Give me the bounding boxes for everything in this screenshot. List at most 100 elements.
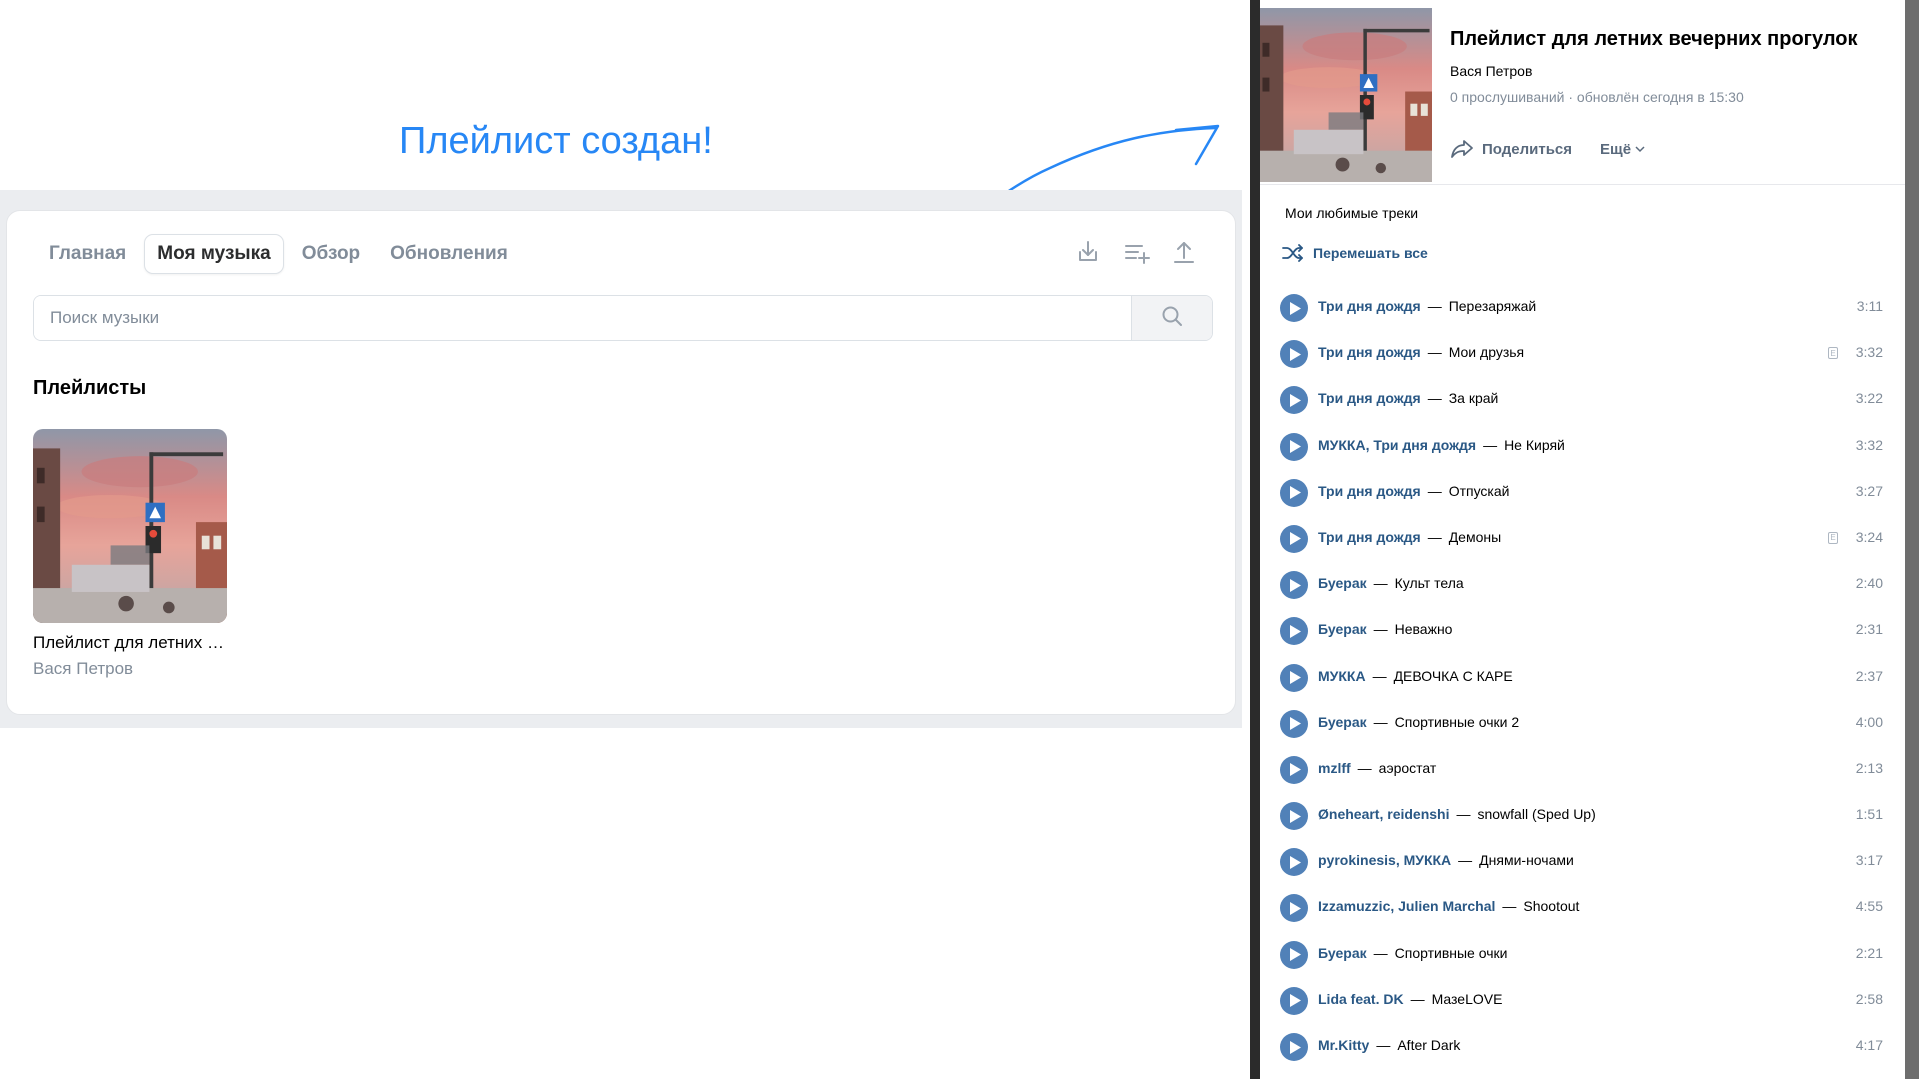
play-button[interactable] xyxy=(1280,755,1308,784)
track-artist[interactable]: Три дня дождя xyxy=(1318,298,1421,314)
play-button[interactable] xyxy=(1280,709,1308,738)
track-artist[interactable]: Буерак xyxy=(1318,575,1367,591)
play-icon xyxy=(1290,763,1301,777)
play-button[interactable] xyxy=(1280,894,1308,923)
track-row[interactable]: Три дня дождя — Демоны E 3:24 xyxy=(1260,515,1905,561)
playlist-tile-title[interactable]: Плейлист для летних вечерних прогулок xyxy=(33,633,227,653)
play-button[interactable] xyxy=(1280,386,1308,415)
track-row[interactable]: Буерак — Спортивные очки 2:21 xyxy=(1260,931,1905,977)
playlist-tile[interactable]: Плейлист для летних вечерних прогулок Ва… xyxy=(33,429,227,679)
track-title: Мои друзья xyxy=(1448,344,1525,361)
track-artist[interactable]: Mr.Kitty xyxy=(1318,1037,1369,1053)
track-title: Спортивные очки xyxy=(1394,944,1508,961)
more-button[interactable]: Ещё xyxy=(1600,141,1645,158)
track-separator: — xyxy=(1373,575,1388,592)
play-button[interactable] xyxy=(1280,617,1308,646)
track-title: За край xyxy=(1448,390,1499,407)
track-row[interactable]: pyrokinesis, МУККА — Днями-ночами 3:17 xyxy=(1260,838,1905,884)
track-title: Не Киряй xyxy=(1504,436,1565,453)
track-artist[interactable]: pyrokinesis, МУККА xyxy=(1318,852,1451,868)
track-artist[interactable]: Три дня дождя xyxy=(1318,483,1421,499)
track-text: mzlff — аэростат xyxy=(1318,760,1436,776)
play-button[interactable] xyxy=(1280,432,1308,461)
playlist-header: Плейлист для летних вечерних прогулок Ва… xyxy=(1260,0,1905,185)
track-row[interactable]: Буерак — Спортивные очки 2 4:00 xyxy=(1260,700,1905,746)
play-button[interactable] xyxy=(1280,848,1308,877)
play-button[interactable] xyxy=(1280,1033,1308,1061)
track-row[interactable]: mzlff — аэростат 2:13 xyxy=(1260,746,1905,792)
track-row[interactable]: МУККА, Три дня дождя — Не Киряй 3:32 xyxy=(1260,423,1905,469)
track-artist[interactable]: Lida feat. DK xyxy=(1318,991,1404,1007)
search-button[interactable] xyxy=(1131,296,1212,340)
play-icon xyxy=(1290,393,1301,407)
track-artist[interactable]: Три дня дождя xyxy=(1318,390,1421,406)
play-button[interactable] xyxy=(1280,524,1308,553)
track-text: МУККА — ДЕВОЧКА С КАРЕ xyxy=(1318,668,1513,684)
track-row[interactable]: МУККА — ДЕВОЧКА С КАРЕ 2:37 xyxy=(1260,654,1905,700)
playlist-author[interactable]: Вася Петров xyxy=(1450,63,1532,79)
track-row[interactable]: Буерак — Культ тела 2:40 xyxy=(1260,561,1905,607)
track-row[interactable]: Øneheart, reidenshi — snowfall (Sped Up) 1:… xyxy=(1260,792,1905,838)
track-duration: 4:55 xyxy=(1855,898,1883,915)
track-artist[interactable]: Буерак xyxy=(1318,621,1367,637)
track-row[interactable]: Mr.Kitty — After Dark 4:17 xyxy=(1260,1023,1905,1069)
track-artist[interactable]: МУККА, Три дня дождя xyxy=(1318,437,1476,453)
track-duration: 2:31 xyxy=(1855,621,1883,638)
track-separator: — xyxy=(1458,852,1473,869)
music-tabs: Главная Моя музыка Обзор Обновления xyxy=(37,234,526,274)
tab-updates[interactable]: Обновления xyxy=(378,235,520,273)
track-duration: 2:40 xyxy=(1855,575,1883,592)
tab-main[interactable]: Главная xyxy=(37,235,138,273)
track-row[interactable]: Izzamuzzic, Julien Marchal — Shootout 4:55 xyxy=(1260,884,1905,930)
play-button[interactable] xyxy=(1280,986,1308,1015)
play-icon xyxy=(1290,624,1301,638)
play-button[interactable] xyxy=(1280,802,1308,831)
playlist-title: Плейлист для летних вечерних прогулок xyxy=(1450,28,1858,50)
shuffle-label: Перемешать все xyxy=(1313,245,1428,261)
track-row[interactable]: Три дня дождя — Отпускай 3:27 xyxy=(1260,469,1905,515)
play-button[interactable] xyxy=(1280,663,1308,692)
play-button[interactable] xyxy=(1280,478,1308,507)
music-card: Главная Моя музыка Обзор Обновления Поис… xyxy=(6,210,1236,715)
play-button[interactable] xyxy=(1280,940,1308,969)
track-text: Øneheart, reidenshi — snowfall (Sped Up) xyxy=(1318,806,1596,822)
track-artist[interactable]: Izzamuzzic, Julien Marchal xyxy=(1318,898,1495,914)
tab-my-music[interactable]: Моя музыка xyxy=(144,234,284,274)
track-title: Отпускай xyxy=(1448,482,1510,499)
track-duration: 4:00 xyxy=(1855,713,1883,730)
playlist-meta: 0 прослушиваний · обновлён сегодня в 15:… xyxy=(1450,89,1744,105)
section-title-playlists: Плейлисты xyxy=(33,377,147,399)
upload-icon[interactable] xyxy=(1167,235,1201,269)
track-artist[interactable]: mzlff xyxy=(1318,760,1351,776)
play-button[interactable] xyxy=(1280,294,1308,322)
download-icon[interactable] xyxy=(1071,235,1105,269)
track-artist[interactable]: Буерак xyxy=(1318,945,1367,961)
track-artist[interactable]: Øneheart, reidenshi xyxy=(1318,806,1449,822)
share-button[interactable]: Поделиться xyxy=(1450,138,1572,160)
track-artist[interactable]: Три дня дождя xyxy=(1318,529,1421,545)
track-row[interactable]: Три дня дождя — Мои друзья E 3:32 xyxy=(1260,330,1905,376)
track-row[interactable]: Три дня дождя — Перезаряжай 3:11 xyxy=(1260,284,1905,330)
shuffle-button[interactable]: Перемешать все xyxy=(1282,244,1428,262)
play-button[interactable] xyxy=(1280,340,1308,369)
add-playlist-icon[interactable] xyxy=(1119,235,1153,269)
explicit-icon: E xyxy=(1828,347,1838,360)
track-artist[interactable]: Буерак xyxy=(1318,714,1367,730)
track-row[interactable]: Три дня дождя — За край 3:22 xyxy=(1260,376,1905,422)
track-row[interactable]: Lida feat. DK — МазеLOVE 2:58 xyxy=(1260,977,1905,1023)
search-input[interactable] xyxy=(34,296,1131,340)
track-artist[interactable]: МУККА xyxy=(1318,668,1366,684)
track-separator: — xyxy=(1357,759,1372,776)
playlist-tile-author[interactable]: Вася Петров xyxy=(33,659,227,679)
track-text: Lida feat. DK — МазеLOVE xyxy=(1318,991,1502,1007)
track-artist[interactable]: Три дня дождя xyxy=(1318,344,1421,360)
track-title: After Dark xyxy=(1397,1037,1461,1053)
play-icon xyxy=(1290,486,1301,500)
track-duration: 3:24 xyxy=(1855,528,1883,545)
play-button[interactable] xyxy=(1280,571,1308,600)
track-duration: 2:13 xyxy=(1855,759,1883,776)
tab-browse[interactable]: Обзор xyxy=(290,235,372,273)
track-duration: 2:37 xyxy=(1855,667,1883,684)
track-row[interactable]: Буерак — Неважно 2:31 xyxy=(1260,607,1905,653)
track-duration: 3:11 xyxy=(1856,298,1883,314)
